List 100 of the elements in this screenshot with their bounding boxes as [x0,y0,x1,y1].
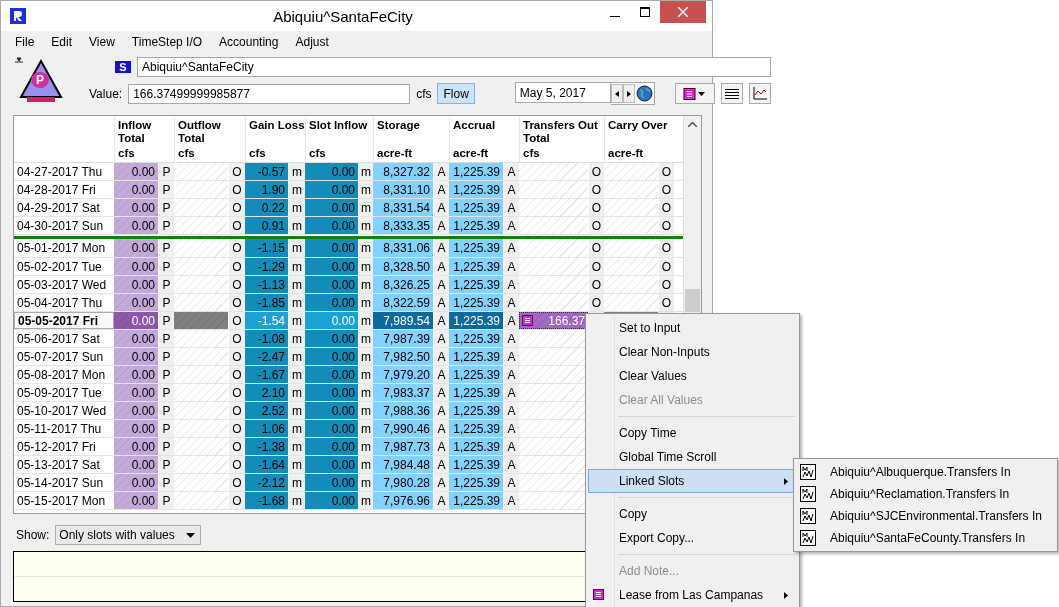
value-cell[interactable] [604,258,658,275]
value-cell[interactable]: 0.00 [305,294,358,311]
value-cell[interactable]: 8,331.06 [373,239,433,257]
value-cell[interactable]: 0.00 [305,402,358,419]
value-cell[interactable]: 1,225.39 [449,258,503,275]
value-cell[interactable] [604,217,658,234]
value-cell[interactable] [174,217,228,234]
value-cell[interactable]: 0.00 [114,181,158,198]
value-cell[interactable]: 7,983.37 [373,384,433,401]
value-cell[interactable] [519,402,588,419]
menu-item[interactable]: View [81,35,124,49]
value-cell[interactable]: 1,225.39 [449,366,503,383]
value-cell[interactable]: 7,989.54 [373,312,433,329]
date-cell[interactable]: 05-09-2017 Tue [14,384,114,401]
menu-item[interactable]: Abiquiu^Albuquerque.Transfers In [796,461,1055,483]
date-cell[interactable]: 05-06-2017 Sat [14,330,114,347]
value-cell[interactable]: -1.15 [245,239,288,257]
value-cell[interactable] [174,420,228,437]
value-cell[interactable]: 1,225.39 [449,492,503,509]
value-cell[interactable]: 8,327.32 [373,163,433,180]
value-cell[interactable] [519,181,588,198]
chart-icon[interactable] [748,83,771,104]
value-cell[interactable]: 1,225.39 [449,420,503,437]
value-cell[interactable]: -1.38 [245,438,288,455]
value-cell[interactable]: -1.08 [245,330,288,347]
value-cell[interactable]: 2.52 [245,402,288,419]
value-cell[interactable]: 1,225.39 [449,199,503,216]
value-cell[interactable] [174,330,228,347]
value-cell[interactable] [174,312,228,329]
value-cell[interactable]: 7,988.36 [373,402,433,419]
value-cell[interactable]: 0.00 [305,474,358,491]
menu-item[interactable]: Copy Time [588,421,797,445]
value-cell[interactable]: 7,987.39 [373,330,433,347]
value-cell[interactable]: 1,225.39 [449,294,503,311]
column-header[interactable]: Inflow Total cfs [114,116,174,162]
value-cell[interactable] [519,366,588,383]
column-header[interactable]: Transfers Out Total cfs [519,116,604,162]
value-cell[interactable]: 0.00 [305,163,358,180]
value-cell[interactable] [519,199,588,216]
date-cell[interactable]: 05-01-2017 Mon [14,239,114,257]
value-cell[interactable] [174,276,228,293]
value-cell[interactable]: 1,225.39 [449,330,503,347]
value-cell[interactable]: 0.00 [114,492,158,509]
menu-item[interactable]: TimeStep I/O [123,35,212,49]
value-cell[interactable]: 8,333.35 [373,217,433,234]
date-cell[interactable]: 05-08-2017 Mon [14,366,114,383]
value-cell[interactable]: 0.00 [114,294,158,311]
value-cell[interactable]: 0.00 [114,438,158,455]
value-cell[interactable]: 0.00 [305,181,358,198]
value-cell[interactable]: 1,225.39 [449,163,503,180]
value-cell[interactable] [174,402,228,419]
value-cell[interactable]: 0.00 [114,366,158,383]
value-cell[interactable]: 1,225.39 [449,456,503,473]
value-cell[interactable] [519,163,588,180]
column-header[interactable]: Carry Over acre-ft [604,116,674,162]
value-cell[interactable] [519,217,588,234]
value-cell[interactable]: 7,984.48 [373,456,433,473]
value-cell[interactable]: 0.00 [114,402,158,419]
value-cell[interactable]: 0.00 [305,420,358,437]
scrollbar-thumb[interactable] [685,289,700,312]
value-cell[interactable]: -2.47 [245,348,288,365]
menu-item[interactable]: Set to Input [588,316,797,340]
value-cell[interactable]: 1.90 [245,181,288,198]
value-cell[interactable] [174,384,228,401]
value-cell[interactable]: 1,225.39 [449,474,503,491]
value-cell[interactable]: 1,225.39 [449,438,503,455]
menu-item[interactable]: Abiquiu^SantaFeCounty.Transfers In [796,527,1055,549]
column-header[interactable]: Slot Inflow cfs [305,116,373,162]
value-cell[interactable]: 0.00 [305,492,358,509]
date-cell[interactable]: 04-29-2017 Sat [14,199,114,216]
value-cell[interactable] [519,438,588,455]
value-cell[interactable]: -1.67 [245,366,288,383]
show-dropdown[interactable]: Only slots with values [55,525,202,545]
value-cell[interactable] [174,199,228,216]
value-cell[interactable]: 1,225.39 [449,239,503,257]
value-cell[interactable] [519,474,588,491]
value-cell[interactable]: -1.85 [245,294,288,311]
value-cell[interactable]: 166.37 [519,312,588,329]
value-cell[interactable]: 7,990.46 [373,420,433,437]
value-cell[interactable] [519,492,588,509]
value-cell[interactable] [174,456,228,473]
value-cell[interactable] [604,181,658,198]
value-cell[interactable]: -1.68 [245,492,288,509]
date-cell[interactable]: 05-03-2017 Wed [14,276,114,293]
value-cell[interactable] [604,276,658,293]
value-cell[interactable]: -2.12 [245,474,288,491]
column-header[interactable]: Accrual acre-ft [449,116,519,162]
value-cell[interactable]: 0.00 [305,348,358,365]
menu-item[interactable]: Edit [43,35,82,49]
value-cell[interactable]: 1,225.39 [449,348,503,365]
slot-name-field[interactable]: Abiquiu^SantaFeCity [137,57,771,77]
menu-item[interactable]: Accounting [211,35,288,49]
column-header[interactable]: Outflow Total cfs [174,116,245,162]
date-cell[interactable]: 04-30-2017 Sun [14,217,114,234]
value-cell[interactable]: 0.00 [114,239,158,257]
value-cell[interactable]: 7,982.50 [373,348,433,365]
value-cell[interactable] [174,348,228,365]
value-field[interactable]: 166.37499999985877 [128,83,411,104]
value-cell[interactable] [519,384,588,401]
value-cell[interactable] [174,239,228,257]
